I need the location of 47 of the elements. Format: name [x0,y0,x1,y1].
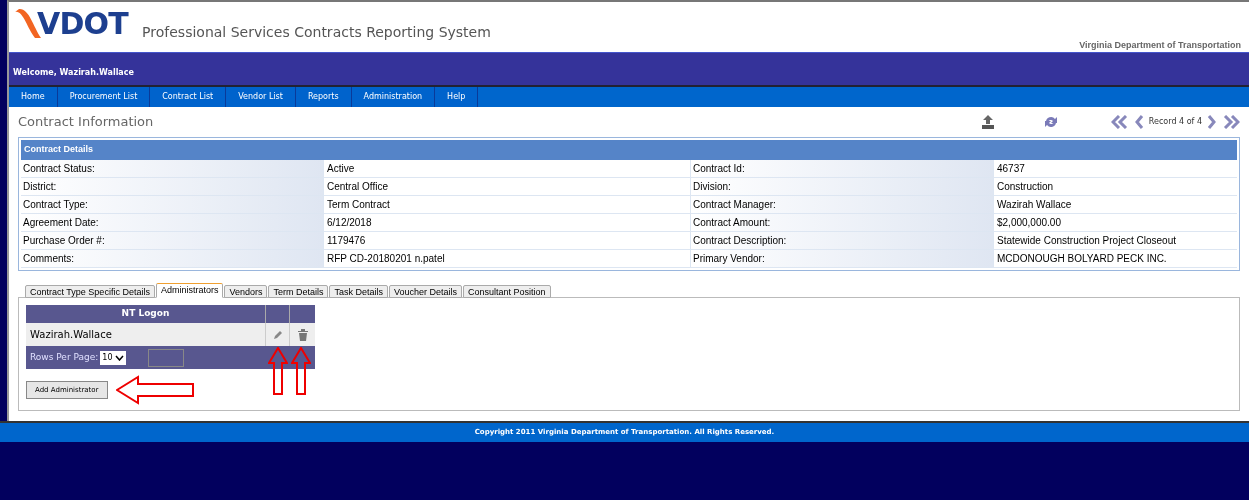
field-value: 6/12/2018 [324,214,691,232]
table-cell: Wazirah.Wallace [26,323,266,346]
logo: VDOT [13,8,129,40]
field-value: 1179476 [324,232,691,250]
tab[interactable]: Consultant Position [463,285,551,298]
annotation-arrow [291,347,311,395]
tab[interactable]: Vendors [224,285,268,298]
page-title: Contract Information [18,113,154,132]
rows-per-page-select[interactable]: 10 [100,350,127,365]
agency-name: Virginia Department of Transportation [1079,39,1241,52]
field-label: Contract Manager: [691,196,994,214]
field-label: Division: [691,178,994,196]
field-label: Purchase Order #: [21,232,324,250]
previous-record-icon[interactable] [1134,115,1144,129]
tab[interactable]: Term Details [268,285,329,298]
field-label: Agreement Date: [21,214,324,232]
field-label: Comments: [21,250,324,268]
annotation-arrow [268,347,288,395]
tab[interactable]: Task Details [329,285,388,298]
page-input[interactable] [148,348,185,367]
field-label: Contract Status: [21,160,324,178]
field-value: RFP CD-20180201 n.patel [324,250,691,268]
rows-per-page-label: Rows Per Page: [30,350,99,364]
app-title: Professional Services Contracts Reporting System [142,23,491,42]
trash-icon[interactable] [297,328,308,341]
export-icon[interactable] [980,114,995,130]
field-value: Term Contract [324,196,691,214]
refresh-icon[interactable] [1042,114,1059,130]
last-record-icon[interactable] [1222,115,1240,129]
field-label: Contract Description: [691,232,994,250]
field-label: Contract Type: [21,196,324,214]
field-label: District: [21,178,324,196]
field-label: Contract Amount: [691,214,994,232]
chevron-icon [115,354,125,361]
section-header: Contract Details [21,140,1237,160]
field-label: Contract Id: [691,160,994,178]
tab[interactable]: Voucher Details [388,285,462,298]
field-value: Active [324,160,691,178]
field-label: Primary Vendor: [691,250,994,268]
next-record-icon[interactable] [1207,115,1216,129]
tab[interactable]: Contract Type Specific Details [25,285,155,298]
tab[interactable]: Administrators [155,283,224,298]
record-counter: Record 4 of 4 [1148,116,1202,128]
first-record-icon[interactable] [1110,115,1129,129]
welcome-text: Welcome, Wazirah.Wallace [13,68,134,77]
field-value: Central Office [324,178,691,196]
pencil-icon[interactable] [272,329,283,340]
